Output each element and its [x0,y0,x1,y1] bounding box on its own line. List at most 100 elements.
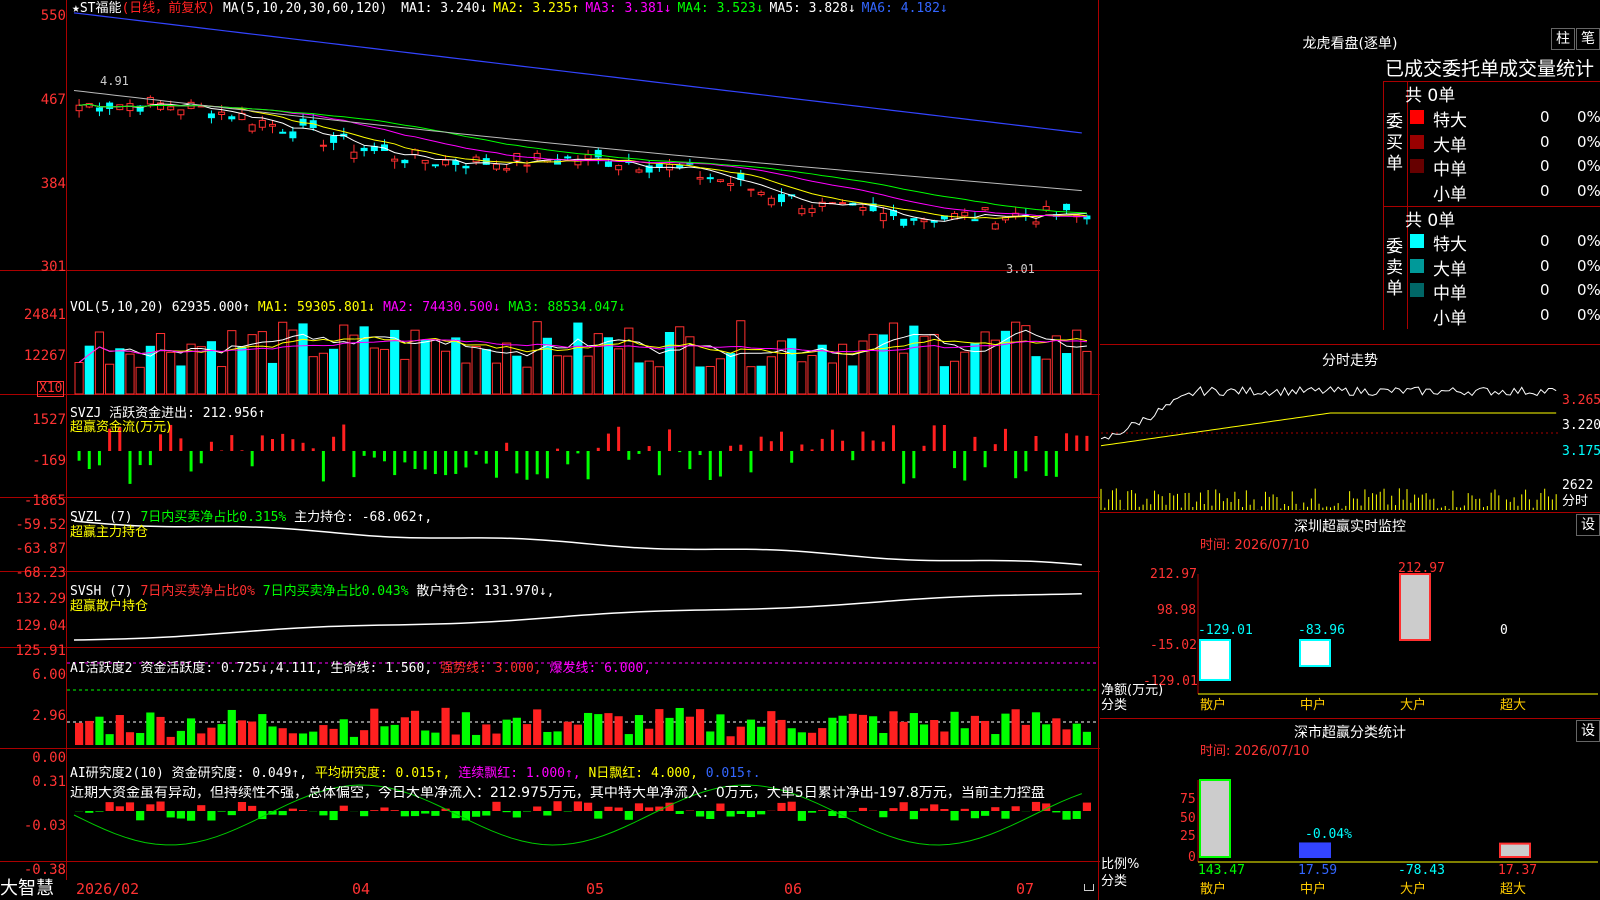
stock-label[interactable]: ★ST福能 [72,1,121,16]
research-bar [960,808,969,811]
tick-mode-button[interactable]: 笔 [1576,28,1600,50]
volume-bar [135,366,145,395]
volume-bar [573,322,583,395]
research-bar [757,811,766,815]
candle-body [228,116,236,120]
sell-group-label: 委卖单 [1386,237,1403,299]
research-bar [879,811,888,818]
activity-bar [309,731,318,745]
intraday-chart[interactable] [1100,370,1600,510]
svzl-header: SVZL (7) 7日内买卖净占比0.315% 主力持仓: -68.062↑, [70,510,433,525]
activity-bar [360,730,369,745]
volume-bar [1021,325,1031,395]
activity-bar [115,715,124,745]
svzj-sub: 超赢资金流(万元) [70,420,172,435]
svzl-y-tick: -68.23 [15,565,66,581]
research-bar [136,811,145,821]
activity-bar [421,730,430,745]
candle-body [319,144,327,147]
ai-act-y-tick: 2.96 [32,708,66,724]
volume-bar [217,366,227,395]
activity-bar [400,717,409,745]
candle-body [778,194,786,203]
sz-monitor-title: 深圳超赢实时监控 [1294,519,1406,535]
research-bar [1082,802,1091,811]
candle-body [900,218,908,226]
research-bar [472,811,481,817]
sz-monitor-bar [1199,639,1231,681]
volume-bar [736,320,746,395]
sz-classify-time: 时间: 2026/07/10 [1200,744,1310,759]
volume-bar [491,362,502,395]
sz-monitor-y-tick: -15.02 [1150,638,1197,653]
volume-bar [960,351,970,395]
candle-body [279,131,287,134]
lock-icon[interactable] [1084,884,1094,891]
sz-monitor-y-tick: 98.98 [1157,603,1197,618]
volume-bar [664,331,675,395]
research-bar [807,811,817,813]
bar-mode-button[interactable]: 柱 [1551,28,1575,50]
volume-bar [939,366,949,395]
activity-bar [319,725,328,745]
activity-bar [197,733,206,745]
volume-bar [532,321,542,395]
svzj-y-tick: 1527 [32,412,66,428]
research-bar [421,811,430,814]
candle-body [431,164,439,167]
buy-row-name: 特大 [1433,111,1467,131]
activity-bar [716,714,725,745]
candle-body [676,165,684,168]
ma-line [79,103,1087,214]
ma-label: MA(5,10,20,30,60,120) [222,1,388,16]
activity-bar [675,707,684,745]
research-bar [624,811,633,820]
research-bar [797,811,806,821]
volume-bar [74,362,84,395]
sell-row-count: 0 [1540,305,1550,324]
period-label: (日线，前复权) [121,1,216,16]
svsh-header: SVSH (7) 7日内买卖净占比0% 7日内买卖净占比0.043% 散户持仓:… [70,584,555,599]
high-marker: 4.91 [100,74,129,88]
sz-monitor-settings-button[interactable]: 设 [1576,514,1600,536]
volume-bar [848,365,858,395]
candle-body [492,163,500,170]
activity-bar [1062,729,1071,745]
volume-bar [726,353,736,395]
volume-bar [797,361,807,395]
activity-bar [655,709,664,745]
ma60-line [73,89,1082,192]
sz-classify-settings-button[interactable]: 设 [1576,720,1600,742]
volume-bar [400,358,410,395]
sell-row-name: 中单 [1433,284,1467,304]
activity-bar [584,712,593,745]
svsh-y-tick: 125.91 [15,643,66,659]
volume-bar [267,362,278,395]
research-bar [360,811,369,817]
research-bar [1011,806,1020,811]
research-bar [482,811,491,816]
activity-bar [410,710,420,745]
activity-bar [634,715,644,745]
ai-act-header: AI活跃度2 资金活跃度: 0.725↓,4.111, 生命线: 1.560, … [70,661,652,676]
activity-bar [858,714,868,745]
vol-y-tick: 12267 [23,348,66,364]
stats-title: 已成交委托单成交量统计 [1385,58,1595,80]
candle-body [1063,203,1071,211]
research-bar [614,807,623,811]
activity-bar [950,711,959,745]
volume-bar [593,333,603,395]
volume-bar [278,321,288,395]
activity-bar [237,720,247,745]
candle-body [808,208,816,213]
volume-bar [84,345,94,395]
sz-classify-bar [1199,779,1231,858]
ma-value: MA1: 3.240↓ [401,1,488,16]
sz-classify-value-label: -78.43 [1398,863,1445,878]
research-bar [950,811,959,821]
buy-row-pct: 0% [1577,181,1600,200]
candle-body [767,197,775,206]
sz-classify-category: 超大 [1500,882,1527,897]
main-y-tick: 550 [40,8,66,24]
buy-swatch [1410,159,1424,173]
